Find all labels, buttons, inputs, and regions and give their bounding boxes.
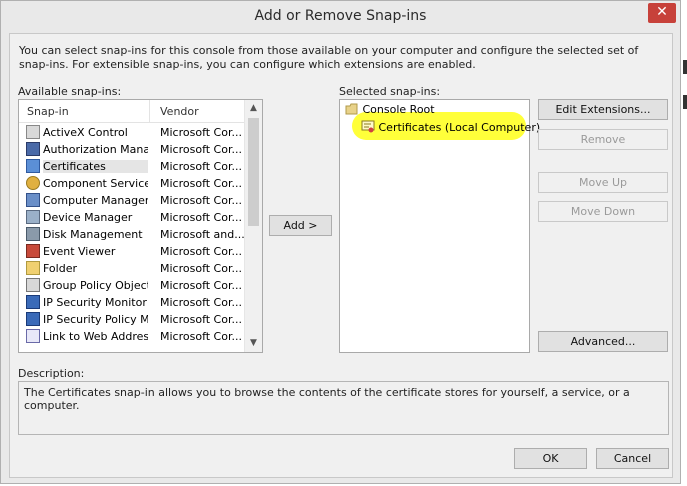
list-item[interactable]: Authorization Manager Microsoft Cor... xyxy=(19,141,245,158)
column-separator[interactable] xyxy=(149,100,150,122)
list-item[interactable]: Component Services Microsoft Cor... xyxy=(19,175,245,192)
snapin-vendor: Microsoft Cor... xyxy=(160,296,242,309)
link-icon xyxy=(26,329,40,343)
snapin-name: Folder xyxy=(43,262,77,275)
snapin-vendor: Microsoft Cor... xyxy=(160,126,242,139)
snapin-name: Disk Management xyxy=(43,228,143,241)
list-item[interactable]: IP Security Policy M... Microsoft Cor... xyxy=(19,311,245,328)
selected-snapins-tree[interactable]: Console Root Certificates (Local Compute… xyxy=(339,99,540,353)
scroll-thumb[interactable] xyxy=(248,118,259,226)
snapin-name: Link to Web Address xyxy=(43,330,148,343)
snapin-name: ActiveX Control xyxy=(43,126,128,139)
available-snapins-label: Available snap-ins: xyxy=(18,85,122,98)
column-header-vendor[interactable]: Vendor xyxy=(160,105,199,118)
disk-management-icon xyxy=(26,227,40,241)
snapin-vendor: Microsoft Cor... xyxy=(160,143,242,156)
column-header-snapin[interactable]: Snap-in xyxy=(27,105,69,118)
snapin-vendor: Microsoft Cor... xyxy=(160,194,242,207)
component-services-icon xyxy=(26,176,40,190)
event-viewer-icon xyxy=(26,244,40,258)
snapin-vendor: Microsoft Cor... xyxy=(160,160,242,173)
ip-security-monitor-icon xyxy=(26,295,40,309)
activex-icon xyxy=(26,125,40,139)
remove-button[interactable]: Remove xyxy=(538,129,668,150)
computer-management-icon xyxy=(26,193,40,207)
list-item[interactable]: Certificates Microsoft Cor... xyxy=(19,158,245,175)
list-item[interactable]: ActiveX Control Microsoft Cor... xyxy=(19,124,245,141)
move-down-button[interactable]: Move Down xyxy=(538,201,668,222)
intro-text: You can select snap-ins for this console… xyxy=(19,44,639,71)
tree-node-label: Certificates (Local Computer) xyxy=(378,121,541,134)
tree-node-label: Console Root xyxy=(362,103,435,116)
list-header: Snap-in Vendor xyxy=(19,100,245,123)
title-bar[interactable]: Add or Remove Snap-ins ✕ xyxy=(1,1,680,33)
list-item[interactable]: Computer Managem... Microsoft Cor... xyxy=(19,192,245,209)
snapin-vendor: Microsoft Cor... xyxy=(160,313,242,326)
snapin-vendor: Microsoft Cor... xyxy=(160,211,242,224)
folder-icon xyxy=(345,103,358,115)
list-item[interactable]: Group Policy Object ... Microsoft Cor... xyxy=(19,277,245,294)
move-up-button[interactable]: Move Up xyxy=(538,172,668,193)
snapin-vendor: Microsoft and... xyxy=(160,228,244,241)
snapin-vendor: Microsoft Cor... xyxy=(160,245,242,258)
snapin-name: IP Security Policy M... xyxy=(43,313,148,326)
authorization-icon xyxy=(26,142,40,156)
list-item[interactable]: Link to Web Address Microsoft Cor... xyxy=(19,328,245,345)
dialog-title: Add or Remove Snap-ins xyxy=(254,8,427,24)
close-button[interactable]: ✕ xyxy=(648,3,676,23)
edit-extensions-button[interactable]: Edit Extensions... xyxy=(538,99,668,120)
available-snapins-list[interactable]: Snap-in Vendor ActiveX Control Microsoft … xyxy=(18,99,263,353)
add-button[interactable]: Add > xyxy=(269,215,332,236)
ok-button[interactable]: OK xyxy=(514,448,587,469)
tree-node-certificates[interactable]: Certificates (Local Computer) xyxy=(361,120,540,134)
list-item[interactable]: Folder Microsoft Cor... xyxy=(19,260,245,277)
background-window-edge xyxy=(683,95,687,109)
snapin-name: Certificates xyxy=(43,160,148,173)
snapin-vendor: Microsoft Cor... xyxy=(160,279,242,292)
list-item[interactable]: Disk Management Microsoft and... xyxy=(19,226,245,243)
list-item[interactable]: Event Viewer Microsoft Cor... xyxy=(19,243,245,260)
description-text: The Certificates snap-in allows you to b… xyxy=(24,386,630,412)
advanced-button[interactable]: Advanced... xyxy=(538,331,668,352)
cancel-button[interactable]: Cancel xyxy=(596,448,669,469)
snapin-vendor: Microsoft Cor... xyxy=(160,330,242,343)
certificates-icon xyxy=(361,120,375,133)
folder-icon xyxy=(26,261,40,275)
group-policy-icon xyxy=(26,278,40,292)
snapin-name: Group Policy Object ... xyxy=(43,279,148,292)
vertical-scrollbar[interactable]: ▲ ▼ xyxy=(244,100,262,352)
scroll-down-icon[interactable]: ▼ xyxy=(245,335,262,352)
snapin-name: Device Manager xyxy=(43,211,133,224)
device-manager-icon xyxy=(26,210,40,224)
dialog-body: You can select snap-ins for this console… xyxy=(9,33,673,478)
list-item[interactable]: IP Security Monitor Microsoft Cor... xyxy=(19,294,245,311)
description-box: The Certificates snap-in allows you to b… xyxy=(18,381,669,435)
snapin-name: Authorization Manager xyxy=(43,143,148,156)
dialog-window: Add or Remove Snap-ins ✕ You can select … xyxy=(0,0,681,484)
snapin-name: Computer Managem... xyxy=(43,194,148,207)
scroll-up-icon[interactable]: ▲ xyxy=(245,100,262,117)
description-label: Description: xyxy=(18,367,85,380)
close-icon: ✕ xyxy=(656,4,668,20)
snapin-name: IP Security Monitor xyxy=(43,296,147,309)
ip-security-policy-icon xyxy=(26,312,40,326)
snapin-name: Component Services xyxy=(43,177,148,190)
snapin-name: Event Viewer xyxy=(43,245,116,258)
snapin-vendor: Microsoft Cor... xyxy=(160,177,242,190)
snapin-vendor: Microsoft Cor... xyxy=(160,262,242,275)
certificates-icon xyxy=(26,159,40,173)
list-item[interactable]: Device Manager Microsoft Cor... xyxy=(19,209,245,226)
background-window-edge xyxy=(683,60,687,74)
selected-snapins-label: Selected snap-ins: xyxy=(339,85,441,98)
tree-node-console-root[interactable]: Console Root xyxy=(345,103,435,116)
